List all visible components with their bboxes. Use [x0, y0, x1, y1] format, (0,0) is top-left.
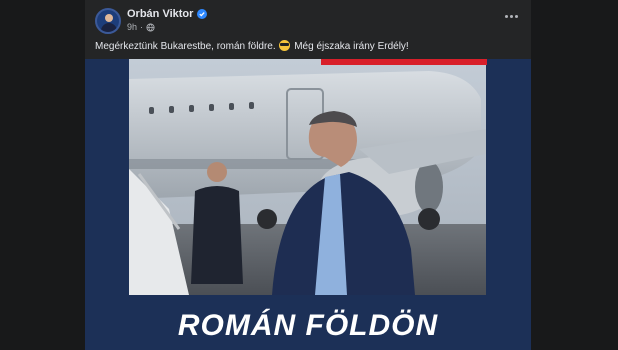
- more-options-icon[interactable]: [503, 10, 519, 22]
- sunglasses-emoji-icon: [279, 40, 291, 51]
- caption-text-1: Megérkeztünk Bukarestbe, román földre.: [95, 41, 276, 52]
- caption-text-2: Még éjszaka irány Erdély!: [294, 41, 409, 52]
- facebook-post: Orbán Viktor 9h · Megérkeztünk Bukarestb…: [85, 0, 531, 350]
- post-caption: Megérkeztünk Bukarestbe, román földre. M…: [95, 40, 409, 52]
- author-name[interactable]: Orbán Viktor: [127, 8, 193, 20]
- author-avatar[interactable]: [95, 8, 121, 34]
- post-meta: 9h ·: [127, 22, 155, 32]
- avatar-body: [101, 23, 117, 32]
- meta-separator: ·: [140, 22, 144, 32]
- more-dot: [504, 14, 508, 18]
- author-row: Orbán Viktor: [127, 8, 208, 20]
- airport-photo: [129, 59, 486, 295]
- more-dot: [509, 14, 513, 18]
- verified-icon: [197, 9, 208, 19]
- avatar-head: [105, 14, 113, 22]
- image-headline: ROMÁN FÖLDÖN: [177, 309, 439, 342]
- post-time[interactable]: 9h: [127, 22, 137, 32]
- photo-illustration: [129, 59, 486, 295]
- post-image[interactable]: ROMÁN FÖLDÖN: [85, 59, 531, 350]
- more-dot: [514, 14, 518, 18]
- globe-icon: [146, 22, 155, 32]
- red-accent-bar: [321, 59, 487, 65]
